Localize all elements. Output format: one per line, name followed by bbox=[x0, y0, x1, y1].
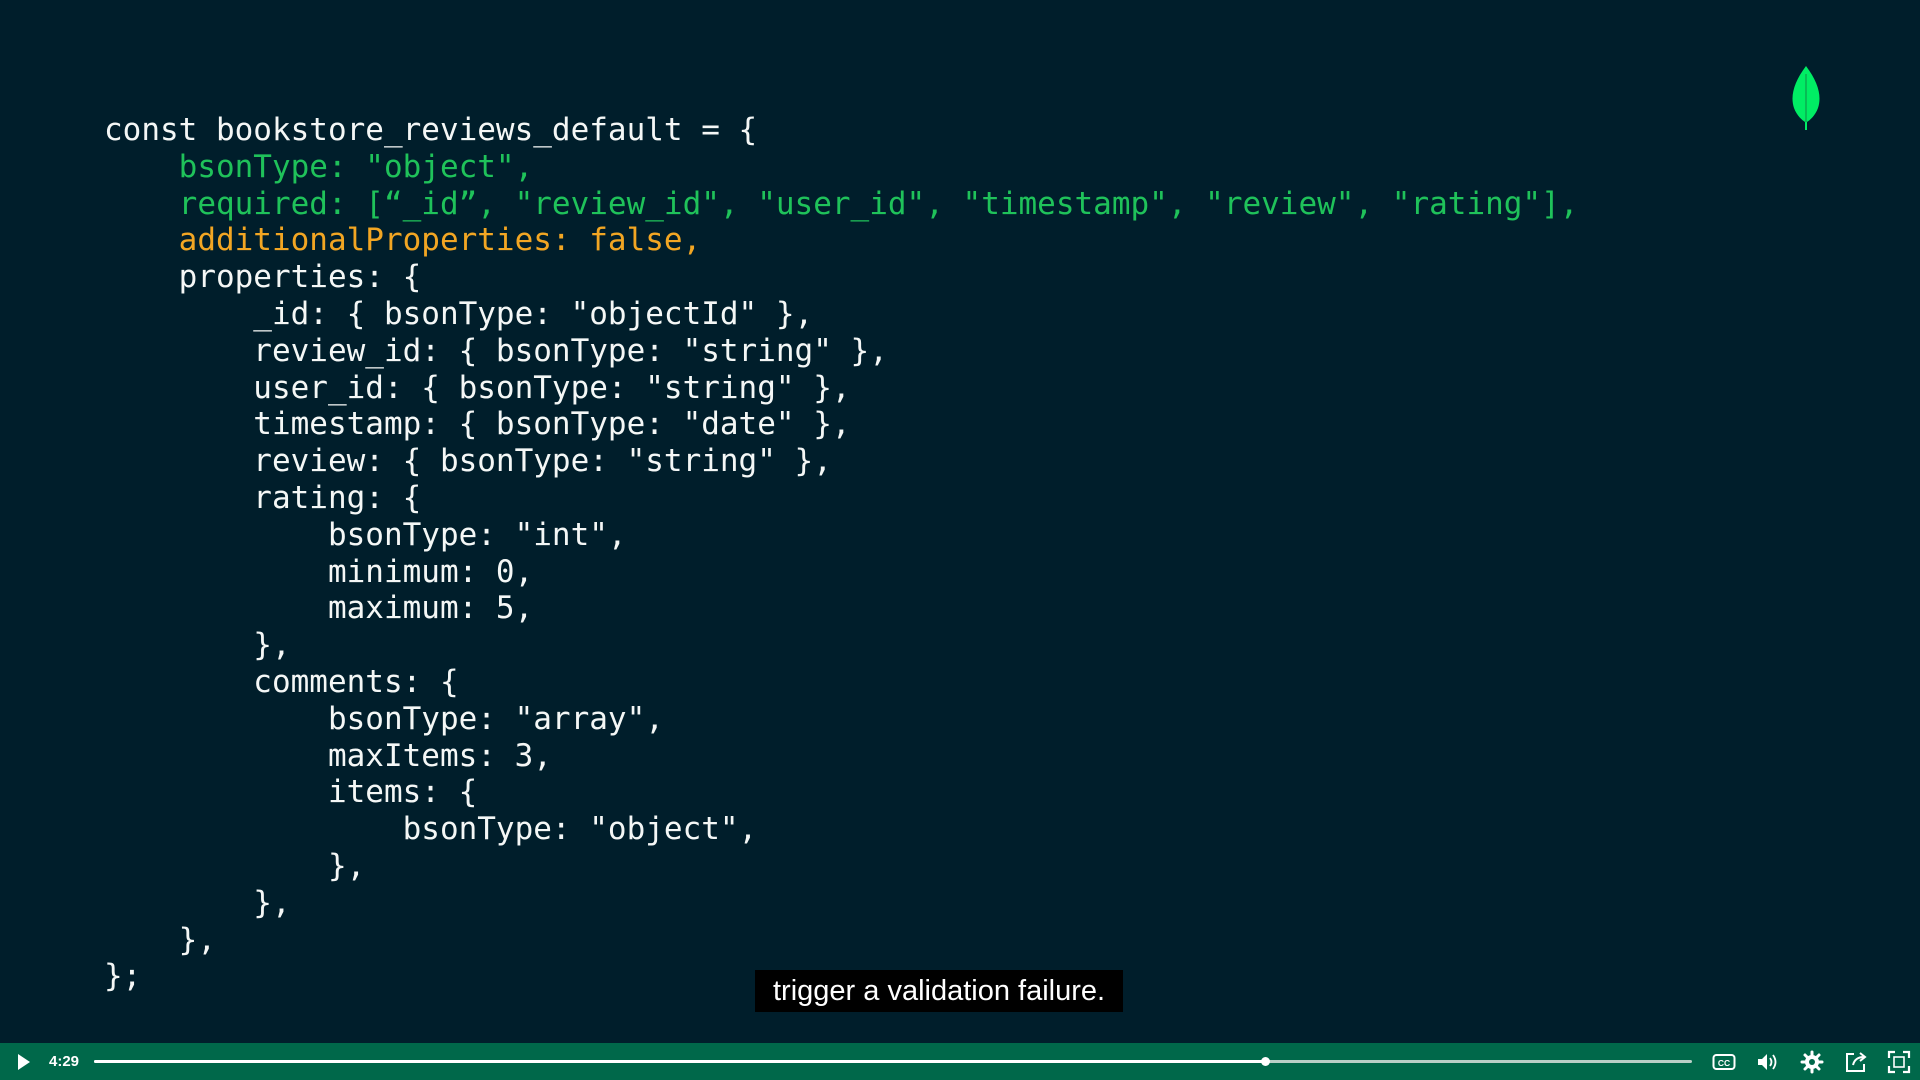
play-icon[interactable] bbox=[12, 1051, 34, 1073]
code-block: const bookstore_reviews_default = { bson… bbox=[104, 112, 1578, 995]
code-token: }, bbox=[104, 847, 366, 884]
code-line: review_id: { bsonType: "string" }, bbox=[104, 333, 1578, 370]
closed-captions-icon[interactable]: CC bbox=[1711, 1049, 1737, 1075]
code-line: bsonType: "object", bbox=[104, 811, 1578, 848]
progress-thumb[interactable] bbox=[1261, 1057, 1271, 1066]
code-token: maximum: 5, bbox=[104, 590, 534, 627]
code-token: }, bbox=[104, 884, 291, 921]
code-line: comments: { bbox=[104, 664, 1578, 701]
subtitle-caption: trigger a validation failure. bbox=[755, 970, 1124, 1012]
progress-fill bbox=[94, 1060, 1266, 1063]
svg-text:CC: CC bbox=[1718, 1058, 1730, 1068]
code-token: }, bbox=[104, 627, 291, 664]
mongodb-leaf-icon bbox=[1788, 64, 1824, 132]
code-line: minimum: 0, bbox=[104, 554, 1578, 591]
video-frame[interactable]: const bookstore_reviews_default = { bson… bbox=[0, 0, 1920, 1080]
code-token: user_id: { bsonType: "string" }, bbox=[104, 369, 851, 406]
code-token: bsonType: "object", bbox=[104, 811, 758, 848]
code-line: properties: { bbox=[104, 259, 1578, 296]
code-token: bsonType: "array", bbox=[104, 700, 664, 737]
code-line: }, bbox=[104, 922, 1578, 959]
elapsed-time: 4:29 bbox=[49, 1053, 80, 1070]
player-controls-bar: 4:29 CC bbox=[0, 1043, 1920, 1080]
share-icon[interactable] bbox=[1843, 1049, 1869, 1075]
code-token: items: { bbox=[104, 774, 478, 811]
code-token: minimum: 0, bbox=[104, 553, 534, 590]
code-token: required: [“_id”, "review_id", "user_id"… bbox=[178, 185, 1579, 222]
code-line: }, bbox=[104, 885, 1578, 922]
code-line: timestamp: { bsonType: "date" }, bbox=[104, 406, 1578, 443]
code-token: timestamp: { bsonType: "date" }, bbox=[104, 406, 851, 443]
code-line: required: [“_id”, "review_id", "user_id"… bbox=[104, 185, 1579, 223]
code-line: }, bbox=[104, 848, 1578, 885]
code-line: maximum: 5, bbox=[104, 590, 1578, 627]
code-token: additionalProperties: false, bbox=[178, 222, 702, 259]
code-token: _id: { bsonType: "objectId" }, bbox=[104, 295, 814, 332]
code-line: user_id: { bsonType: "string" }, bbox=[104, 370, 1578, 407]
code-token: properties: { bbox=[104, 259, 422, 296]
code-line: maxItems: 3, bbox=[104, 738, 1578, 775]
code-token: const bookstore_reviews_default = { bbox=[104, 112, 758, 148]
code-line: rating: { bbox=[104, 480, 1578, 517]
code-token: review_id: { bsonType: "string" }, bbox=[104, 332, 888, 369]
volume-icon[interactable] bbox=[1755, 1049, 1781, 1075]
code-token: }, bbox=[104, 921, 216, 958]
settings-gear-icon[interactable] bbox=[1799, 1049, 1825, 1075]
progress-track[interactable] bbox=[94, 1057, 1692, 1066]
code-token: }; bbox=[104, 958, 142, 995]
code-token: review: { bsonType: "string" }, bbox=[104, 443, 832, 480]
code-token: bsonType: "int", bbox=[104, 516, 627, 553]
code-line: bsonType: "object", bbox=[104, 149, 1578, 186]
code-token: maxItems: 3, bbox=[104, 737, 552, 774]
code-token: rating: { bbox=[104, 479, 422, 516]
code-line: bsonType: "array", bbox=[104, 701, 1578, 738]
code-line: _id: { bsonType: "objectId" }, bbox=[104, 296, 1578, 333]
code-line: const bookstore_reviews_default = { bbox=[104, 112, 1578, 149]
fullscreen-icon[interactable] bbox=[1886, 1049, 1912, 1075]
code-token: comments: { bbox=[104, 663, 459, 700]
code-line: }, bbox=[104, 627, 1578, 664]
code-line: bsonType: "int", bbox=[104, 517, 1578, 554]
code-token: bsonType: "object", bbox=[178, 148, 534, 185]
code-line: additionalProperties: false, bbox=[104, 222, 1578, 259]
code-line: review: { bsonType: "string" }, bbox=[104, 443, 1578, 480]
code-line: items: { bbox=[104, 774, 1578, 811]
